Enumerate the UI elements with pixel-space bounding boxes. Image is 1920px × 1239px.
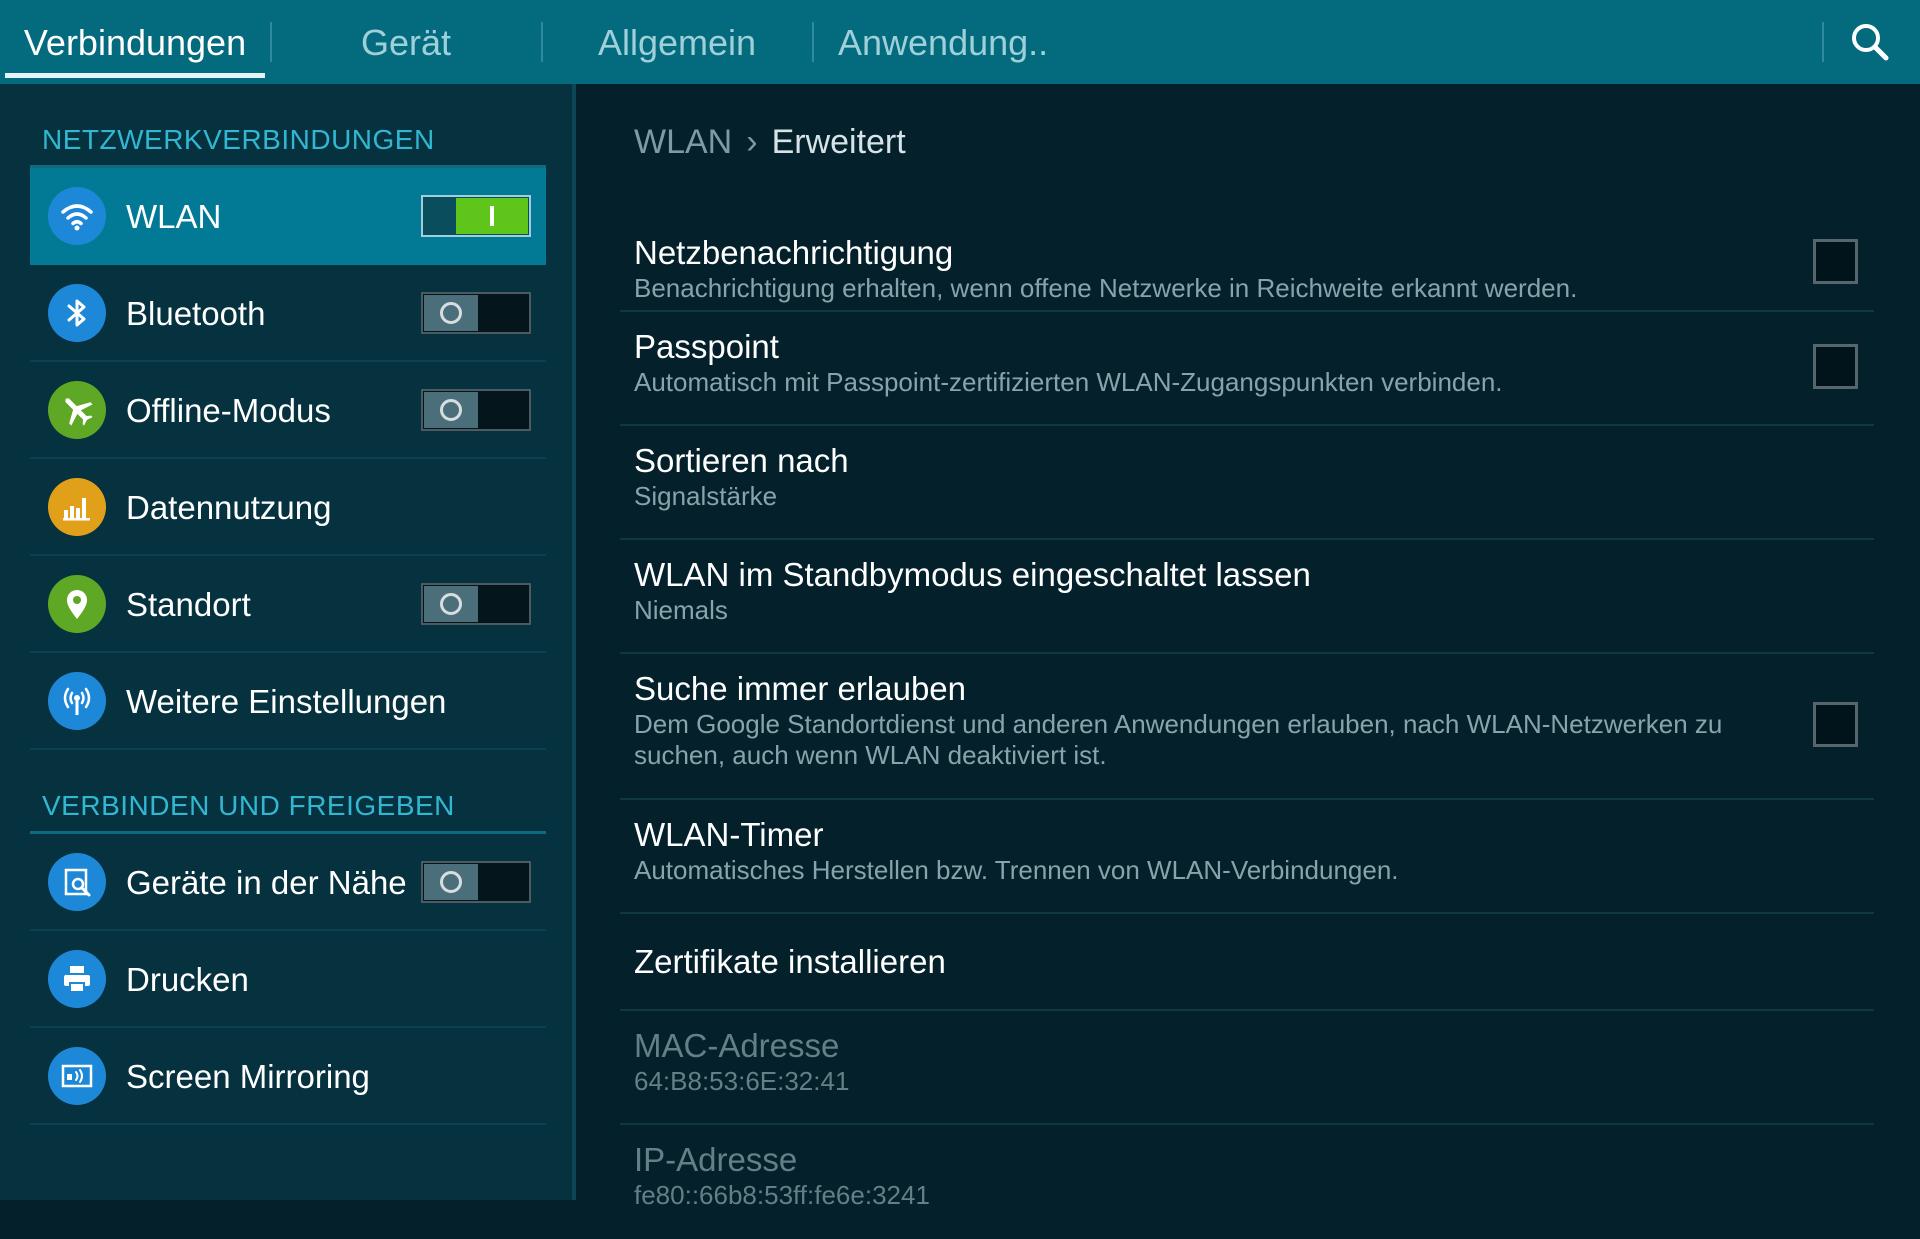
setting-ip-adresse: IP-Adresse fe80::66b8:53ff:fe6e:3241 bbox=[620, 1125, 1874, 1239]
setting-subtitle: Niemals bbox=[634, 595, 728, 625]
tab-label: Gerät bbox=[360, 22, 452, 63]
wlan-advanced-settings: WLAN › Erweitert Netzbenachrichtigung Bena… bbox=[576, 84, 1920, 1210]
breadcrumb-parent[interactable]: WLAN bbox=[634, 123, 732, 161]
offline-mode-toggle[interactable] bbox=[421, 389, 531, 431]
tab-geraet[interactable]: Gerät bbox=[272, 0, 540, 84]
printer-icon bbox=[48, 950, 106, 1008]
setting-subtitle: Automatisch mit Passpoint-zertifizierten… bbox=[634, 367, 1503, 397]
sidebar-item-screen-mirroring[interactable]: Screen Mirroring bbox=[30, 1028, 546, 1125]
bluetooth-toggle[interactable] bbox=[421, 292, 531, 334]
tab-anwendungen[interactable]: Anwendung.. bbox=[814, 0, 1084, 84]
setting-mac-adresse: MAC-Adresse 64:B8:53:6E:32:41 bbox=[620, 1011, 1874, 1125]
nearby-devices-toggle[interactable] bbox=[421, 861, 531, 903]
setting-title: Sortieren nach bbox=[634, 442, 849, 479]
setting-title: WLAN im Standbymodus eingeschaltet lasse… bbox=[634, 556, 1311, 593]
setting-subtitle: 64:B8:53:6E:32:41 bbox=[634, 1066, 850, 1096]
settings-sidebar: NETZWERKVERBINDUNGEN WLAN Bluetooth Offl… bbox=[0, 84, 572, 1200]
setting-wlan-timer[interactable]: WLAN-Timer Automatisches Herstellen bzw.… bbox=[620, 800, 1874, 914]
sidebar-item-drucken[interactable]: Drucken bbox=[30, 931, 546, 1028]
nearby-devices-icon bbox=[48, 853, 106, 911]
setting-title: Netzbenachrichtigung bbox=[634, 234, 954, 271]
data-usage-icon bbox=[48, 478, 106, 536]
sidebar-item-label: Offline-Modus bbox=[126, 392, 331, 429]
sidebar-item-label: Weitere Einstellungen bbox=[126, 683, 447, 720]
sidebar-item-wlan[interactable]: WLAN bbox=[30, 168, 546, 265]
active-tab-indicator bbox=[5, 73, 265, 78]
setting-wlan-standbymodus[interactable]: WLAN im Standbymodus eingeschaltet lasse… bbox=[620, 540, 1874, 654]
sidebar-item-label: Standort bbox=[126, 586, 251, 623]
chevron-right-icon: › bbox=[746, 123, 758, 161]
screen-mirroring-icon bbox=[48, 1047, 106, 1105]
sidebar-item-label: Bluetooth bbox=[126, 295, 266, 332]
sidebar-item-geraete-in-der-naehe[interactable]: Geräte in der Nähe bbox=[30, 834, 546, 931]
setting-netzbenachrichtigung[interactable]: Netzbenachrichtigung Benachrichtigung er… bbox=[620, 214, 1874, 312]
setting-subtitle: Signalstärke bbox=[634, 481, 778, 511]
search-button[interactable] bbox=[1820, 0, 1920, 84]
location-toggle[interactable] bbox=[421, 583, 531, 625]
setting-passpoint[interactable]: Passpoint Automatisch mit Passpoint-zert… bbox=[620, 312, 1874, 426]
more-networks-icon bbox=[48, 672, 106, 730]
setting-subtitle: Automatisches Herstellen bzw. Trennen vo… bbox=[634, 855, 1399, 885]
wlan-toggle[interactable] bbox=[421, 195, 531, 237]
tab-label: Verbindungen bbox=[23, 22, 247, 63]
setting-title: IP-Adresse bbox=[634, 1141, 798, 1178]
tab-label: Allgemein bbox=[597, 22, 757, 63]
setting-title: MAC-Adresse bbox=[634, 1027, 840, 1064]
section-header-verbinden-und-freigeben: VERBINDEN UND FREIGEBEN bbox=[42, 790, 455, 821]
sidebar-item-label: Geräte in der Nähe bbox=[126, 864, 407, 901]
sidebar-item-bluetooth[interactable]: Bluetooth bbox=[30, 265, 546, 362]
setting-title: WLAN-Timer bbox=[634, 816, 824, 853]
breadcrumb-current: Erweitert bbox=[771, 123, 906, 161]
wifi-icon bbox=[48, 187, 106, 245]
bluetooth-icon bbox=[48, 284, 106, 342]
airplane-icon bbox=[48, 381, 106, 439]
breadcrumb: WLAN › Erweitert bbox=[634, 122, 906, 162]
sidebar-item-weitere-einstellungen[interactable]: Weitere Einstellungen bbox=[30, 653, 546, 750]
setting-subtitle: Benachrichtigung erhalten, wenn offene N… bbox=[634, 273, 1578, 303]
setting-sortieren-nach[interactable]: Sortieren nach Signalstärke bbox=[620, 426, 1874, 540]
setting-suche-immer-erlauben[interactable]: Suche immer erlauben Dem Google Standort… bbox=[620, 654, 1874, 800]
setting-subtitle: fe80::66b8:53ff:fe6e:3241 bbox=[634, 1180, 930, 1210]
suche-immer-erlauben-checkbox[interactable] bbox=[1813, 702, 1858, 747]
top-tab-bar: Verbindungen Gerät Allgemein Anwendung.. bbox=[0, 0, 1920, 84]
sidebar-item-label: Datennutzung bbox=[126, 489, 332, 526]
sidebar-item-offline-modus[interactable]: Offline-Modus bbox=[30, 362, 546, 459]
search-icon bbox=[1852, 24, 1889, 61]
sidebar-item-datennutzung[interactable]: Datennutzung bbox=[30, 459, 546, 556]
sidebar-item-label: Screen Mirroring bbox=[126, 1058, 370, 1095]
passpoint-checkbox[interactable] bbox=[1813, 344, 1858, 389]
setting-title: Passpoint bbox=[634, 328, 779, 365]
section-header-netzwerkverbindungen: NETZWERKVERBINDUNGEN bbox=[42, 124, 435, 155]
location-pin-icon bbox=[48, 575, 106, 633]
tab-allgemein[interactable]: Allgemein bbox=[543, 0, 811, 84]
sidebar-item-standort[interactable]: Standort bbox=[30, 556, 546, 653]
setting-subtitle: Dem Google Standortdienst und anderen An… bbox=[634, 709, 1723, 770]
sidebar-item-label: Drucken bbox=[126, 961, 249, 998]
setting-zertifikate-installieren[interactable]: Zertifikate installieren bbox=[620, 914, 1874, 1011]
netzbenachrichtigung-checkbox[interactable] bbox=[1813, 239, 1858, 284]
setting-title: Suche immer erlauben bbox=[634, 670, 966, 707]
tab-verbindungen[interactable]: Verbindungen bbox=[5, 0, 265, 84]
sidebar-item-label: WLAN bbox=[126, 198, 222, 235]
tab-label: Anwendung.. bbox=[838, 22, 1049, 63]
setting-title: Zertifikate installieren bbox=[634, 943, 946, 980]
